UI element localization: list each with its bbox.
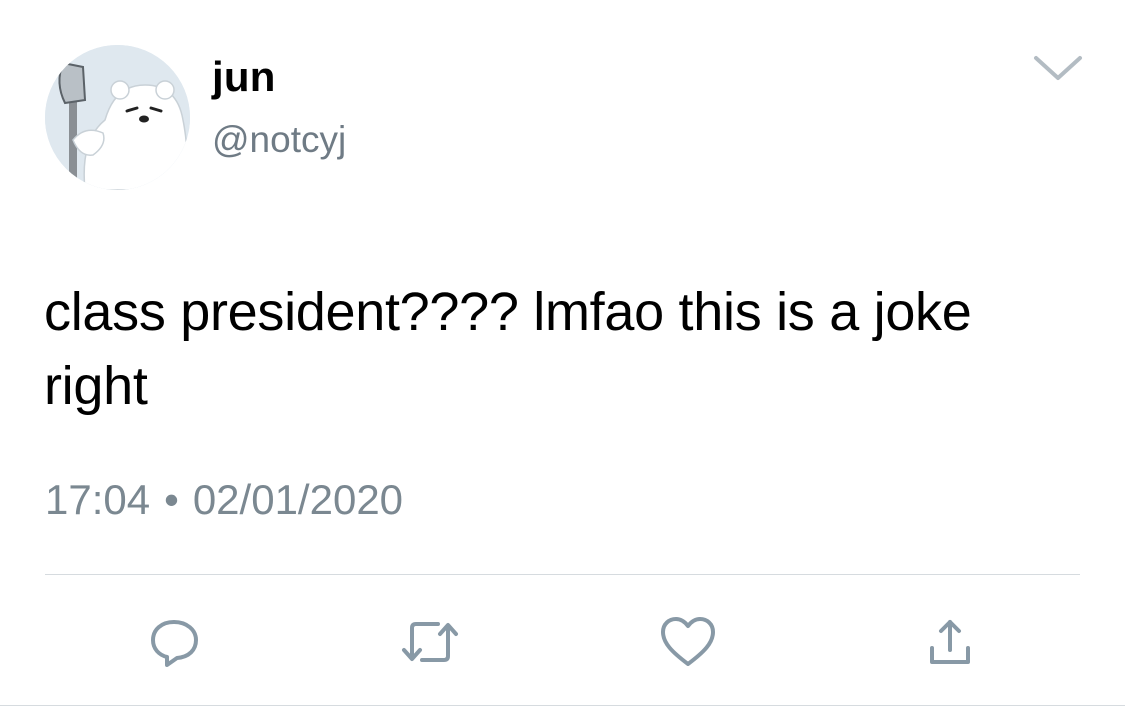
user-handle[interactable]: @notcyj — [212, 118, 346, 162]
more-options-chevron-down-icon[interactable] — [1030, 52, 1086, 86]
heart-icon — [661, 617, 715, 666]
share-button[interactable] — [918, 610, 982, 674]
tweet-time: 17:04 — [45, 476, 151, 523]
tweet-detail: jun @notcyj class president???? lmfao th… — [0, 0, 1125, 710]
reply-bubble-icon — [151, 620, 198, 667]
divider — [45, 574, 1080, 575]
share-upload-icon — [930, 620, 970, 664]
tweet-text: class president???? lmfao this is a joke… — [44, 282, 972, 416]
retweet-button[interactable] — [398, 610, 462, 674]
like-button[interactable] — [656, 610, 720, 674]
bottom-divider — [0, 705, 1125, 706]
timestamp-separator: • — [164, 476, 179, 523]
reply-button[interactable] — [142, 610, 206, 674]
avatar[interactable] — [45, 45, 190, 190]
tweet-timestamp[interactable]: 17:04 • 02/01/2020 — [45, 474, 403, 526]
retweet-icon — [402, 622, 458, 662]
display-name[interactable]: jun — [212, 52, 276, 102]
polar-bear-avatar-icon — [45, 45, 190, 190]
tweet-date: 02/01/2020 — [192, 476, 404, 523]
